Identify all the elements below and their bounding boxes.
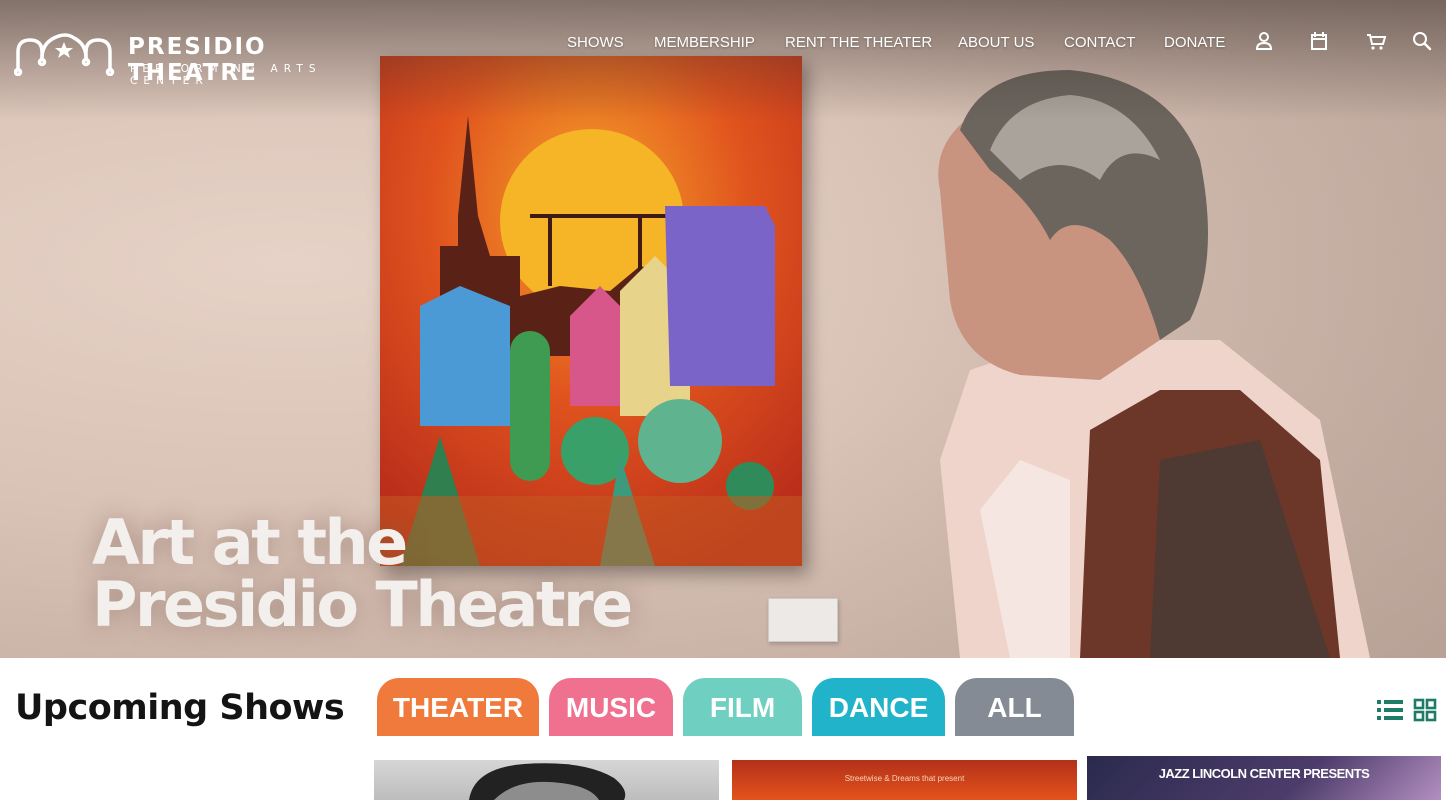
nav-about-us[interactable]: ABOUT US [958,34,1034,51]
hero-banner: Art at the Presidio Theatre [0,0,1446,658]
filter-all[interactable]: ALL [955,678,1074,736]
hero-title-line2: Presidio Theatre [92,568,633,641]
logo-subtitle: PERFORMING ARTS CENTER [130,63,322,87]
nav-membership[interactable]: MEMBERSHIP [654,34,755,51]
filter-theater[interactable]: THEATER [377,678,539,736]
nav-donate[interactable]: DONATE [1164,34,1225,51]
nav-rent-the-theater[interactable]: RENT THE THEATER [785,34,932,51]
calendar-icon[interactable] [1308,30,1330,52]
site-logo[interactable]: PRESIDIO THEATRE PERFORMING ARTS CENTER [14,30,376,87]
cart-icon[interactable] [1365,30,1387,52]
filter-music[interactable]: MUSIC [549,678,673,736]
man-viewing-art [938,70,1370,658]
show-card-1-image [469,763,626,800]
arches-logo-icon [14,33,115,76]
user-icon[interactable] [1253,30,1275,52]
show-card-3[interactable]: JAZZ LINCOLN CENTER PRESENTS [1087,756,1441,800]
list-view-icon[interactable] [1377,698,1403,722]
show-card-1[interactable] [374,760,719,800]
art-placard [768,598,838,642]
nav-contact[interactable]: CONTACT [1064,34,1135,51]
show-card-2-caption: Streetwise & Dreams that present [844,774,965,783]
hero-title-line1: Art at the [92,506,408,579]
search-icon[interactable] [1411,30,1433,52]
hero-painting [380,56,802,566]
filter-dance[interactable]: DANCE [812,678,945,736]
hero-title: Art at the Presidio Theatre [92,506,633,641]
filter-film[interactable]: FILM [683,678,802,736]
upcoming-shows-title: Upcoming Shows [15,688,345,728]
grid-view-icon[interactable] [1413,698,1437,722]
nav-shows[interactable]: SHOWS [567,34,624,51]
show-card-3-caption: JAZZ LINCOLN CENTER PRESENTS [1158,766,1370,781]
show-card-2[interactable]: Streetwise & Dreams that present [732,760,1077,800]
